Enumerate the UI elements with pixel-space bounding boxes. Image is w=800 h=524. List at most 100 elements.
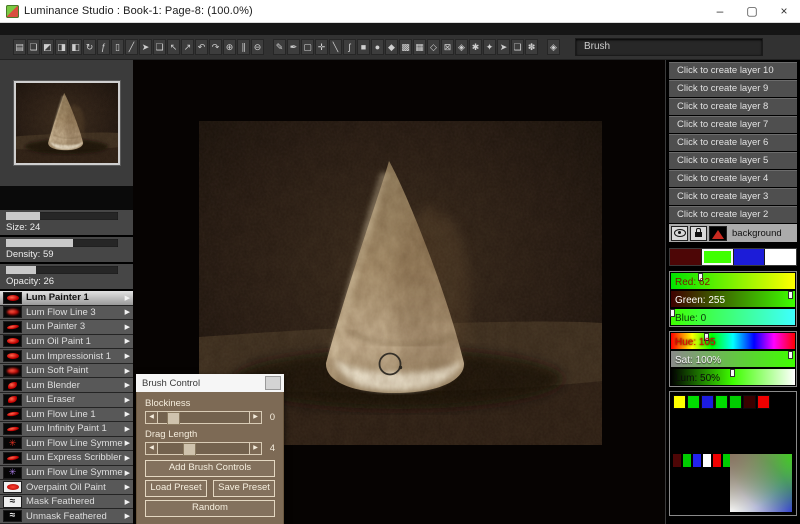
zoom-out-icon[interactable]: ⊖ bbox=[251, 39, 264, 55]
brush-list-item[interactable]: Lum Express Scribbler 1 ▶ bbox=[0, 451, 133, 466]
blockiness-slider-thumb[interactable] bbox=[167, 412, 180, 425]
layer-slot-6[interactable]: Click to create layer 6 bbox=[669, 134, 797, 151]
curve-tool-icon[interactable]: ʃ bbox=[343, 39, 356, 55]
pick-up-icon[interactable]: ↖ bbox=[167, 39, 180, 55]
brush-list-item[interactable]: Lum Flow Line Symmetr ▶ bbox=[0, 437, 133, 452]
blockiness-increase-button[interactable]: ▶ bbox=[249, 411, 262, 424]
fill-image-tool-icon[interactable]: ▩ bbox=[399, 39, 412, 55]
layer-slot-5[interactable]: Click to create layer 5 bbox=[669, 152, 797, 169]
blockiness-slider[interactable] bbox=[158, 411, 249, 424]
brush-list-item[interactable]: Lum Oil Paint 1 ▶ bbox=[0, 335, 133, 350]
color-swatch[interactable] bbox=[765, 249, 796, 265]
pick-alt-icon[interactable]: ↗ bbox=[181, 39, 194, 55]
layer-slot-7[interactable]: Click to create layer 7 bbox=[669, 116, 797, 133]
brush-list-item[interactable]: Lum Painter 1 ▶ bbox=[0, 291, 133, 306]
brush-list-item[interactable]: Mask Feathered ▶ bbox=[0, 495, 133, 510]
brush-list-item[interactable]: Lum Infinity Paint 1 ▶ bbox=[0, 422, 133, 437]
brush-list-item[interactable]: Overpaint Oil Paint ▶ bbox=[0, 480, 133, 495]
fill-diamond-tool-icon[interactable]: ◆ bbox=[385, 39, 398, 55]
minimize-button[interactable]: – bbox=[704, 0, 736, 22]
size-slider[interactable]: Size: 24 bbox=[0, 210, 133, 235]
density-slider-track[interactable] bbox=[6, 239, 118, 247]
save-preset-button[interactable]: Save Preset bbox=[213, 480, 275, 497]
dialog-titlebar[interactable]: Brush Control bbox=[136, 374, 284, 392]
brush-list-item[interactable]: Lum Eraser ▶ bbox=[0, 393, 133, 408]
maximize-button[interactable]: ▢ bbox=[736, 0, 768, 22]
brush-list-item[interactable]: Lum Flow Line Symmetr ▶ bbox=[0, 466, 133, 481]
ink-pen-icon[interactable]: ƒ bbox=[97, 39, 110, 55]
dialog-collapse-button[interactable] bbox=[265, 376, 281, 390]
green-slider[interactable]: Green: 255 bbox=[671, 291, 795, 307]
color-swatch[interactable] bbox=[734, 249, 766, 265]
fill-ellipse-tool-icon[interactable]: ● bbox=[371, 39, 384, 55]
brush-list-item[interactable]: Lum Soft Paint ▶ bbox=[0, 364, 133, 379]
opacity-slider-track[interactable] bbox=[6, 266, 118, 274]
zoom-actual-icon[interactable]: ∥ bbox=[237, 39, 250, 55]
clone-stamp-tool-icon[interactable]: ❑ bbox=[511, 39, 524, 55]
smudge-hand-tool-icon[interactable]: ✽ bbox=[525, 39, 538, 55]
add-brush-controls-button[interactable]: Add Brush Controls bbox=[145, 460, 275, 477]
undo-icon[interactable]: ↶ bbox=[195, 39, 208, 55]
color-picker-gradient[interactable] bbox=[730, 454, 792, 512]
layer-slot-10[interactable]: Click to create layer 10 bbox=[669, 62, 797, 79]
next-page-icon[interactable]: ◨ bbox=[55, 39, 68, 55]
zoom-in-icon[interactable]: ⊕ bbox=[223, 39, 236, 55]
luminance-slider[interactable]: Lum: 50% bbox=[671, 369, 795, 385]
duplicate-page-icon[interactable]: ◩ bbox=[41, 39, 54, 55]
color-swatch[interactable] bbox=[670, 249, 702, 265]
previous-page-icon[interactable]: ◧ bbox=[69, 39, 82, 55]
rect-select-tool-icon[interactable]: ▢ bbox=[301, 39, 314, 55]
layer-visibility-toggle[interactable] bbox=[671, 226, 688, 241]
brush-list-item[interactable]: Lum Impressionist 1 ▶ bbox=[0, 349, 133, 364]
pattern-diamond-tool-icon[interactable]: ◇ bbox=[427, 39, 440, 55]
line-tool-icon[interactable]: ╲ bbox=[329, 39, 342, 55]
saturation-slider[interactable]: Sat: 100% bbox=[671, 351, 795, 367]
brush-mode-selector[interactable]: Brush bbox=[575, 38, 763, 56]
drag-length-decrease-button[interactable]: ◀ bbox=[145, 442, 158, 455]
hue-slider[interactable]: Hue: 105 bbox=[671, 333, 795, 349]
mini-swatch[interactable] bbox=[683, 454, 691, 467]
mini-swatch[interactable] bbox=[673, 454, 681, 467]
load-preset-button[interactable]: Load Preset bbox=[145, 480, 207, 497]
pencil-tool-icon[interactable]: ✎ bbox=[273, 39, 286, 55]
palette-swatch[interactable] bbox=[743, 395, 756, 409]
magic-wand-tool-icon[interactable]: ✦ bbox=[483, 39, 496, 55]
eyedropper-tool-icon[interactable]: ✒ bbox=[287, 39, 300, 55]
pattern-checker-tool-icon[interactable]: ▦ bbox=[413, 39, 426, 55]
palette-swatch[interactable] bbox=[673, 395, 686, 409]
drag-length-slider-thumb[interactable] bbox=[183, 443, 196, 456]
canvas-area[interactable]: Brush Control Blockiness ◀ ▶ 0 Drag Leng… bbox=[133, 60, 665, 524]
fill-rect-tool-icon[interactable]: ■ bbox=[357, 39, 370, 55]
layer-slot-9[interactable]: Click to create layer 9 bbox=[669, 80, 797, 97]
copy-pages-icon[interactable]: ❑ bbox=[153, 39, 166, 55]
move-tool-icon[interactable]: ✛ bbox=[315, 39, 328, 55]
preview-thumbnail[interactable] bbox=[16, 83, 118, 163]
brush-list-item[interactable]: Lum Flow Line 3 ▶ bbox=[0, 306, 133, 321]
layer-lock-toggle[interactable] bbox=[690, 226, 707, 241]
palette-swatch[interactable] bbox=[701, 395, 714, 409]
size-slider-track[interactable] bbox=[6, 212, 118, 220]
redo-icon[interactable]: ↷ bbox=[209, 39, 222, 55]
mini-swatch[interactable] bbox=[713, 454, 721, 467]
brush-list-item[interactable]: Lum Flow Line 1 ▶ bbox=[0, 408, 133, 423]
layer-slot-4[interactable]: Click to create layer 4 bbox=[669, 170, 797, 187]
red-slider[interactable]: Red: 62 bbox=[671, 273, 795, 289]
saturation-slider-marker[interactable] bbox=[788, 351, 793, 359]
palette-swatch[interactable] bbox=[687, 395, 700, 409]
pattern-mesh-tool-icon[interactable]: ◈ bbox=[455, 39, 468, 55]
opacity-slider[interactable]: Opacity: 26 bbox=[0, 264, 133, 289]
layer-slot-2[interactable]: Click to create layer 2 bbox=[669, 206, 797, 223]
layer-slot-3[interactable]: Click to create layer 3 bbox=[669, 188, 797, 205]
close-button[interactable]: × bbox=[768, 0, 800, 22]
save-icon[interactable]: ▤ bbox=[13, 39, 26, 55]
reload-page-icon[interactable]: ↻ bbox=[83, 39, 96, 55]
note-page-icon[interactable]: ▯ bbox=[111, 39, 124, 55]
wrench-icon[interactable]: ╱ bbox=[125, 39, 138, 55]
green-slider-marker[interactable] bbox=[788, 291, 793, 299]
mini-swatch[interactable] bbox=[693, 454, 701, 467]
palette-swatch[interactable] bbox=[757, 395, 770, 409]
blue-slider[interactable]: Blue: 0 bbox=[671, 309, 795, 325]
drag-length-increase-button[interactable]: ▶ bbox=[249, 442, 262, 455]
luminance-slider-marker[interactable] bbox=[730, 369, 735, 377]
texture-map-icon[interactable]: ◈ bbox=[547, 39, 560, 55]
